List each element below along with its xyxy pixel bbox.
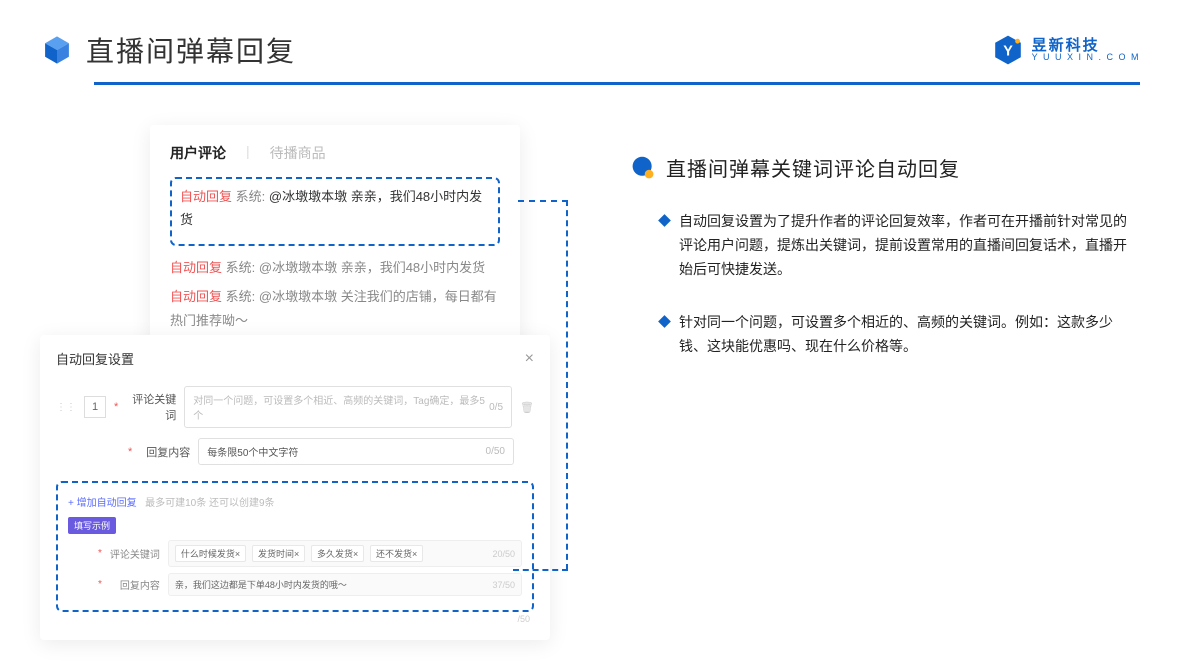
- drag-icon[interactable]: ⋮⋮: [56, 402, 76, 413]
- reply-placeholder: 每条限50个中文字符: [207, 444, 298, 459]
- tab-divider: |: [246, 143, 250, 163]
- section-title: 直播间弹幕关键词评论自动回复: [666, 153, 960, 182]
- comment-text: @冰墩墩本墩 亲亲，我们48小时内发货: [259, 260, 485, 275]
- add-hint: 最多可建10条 还可以创建9条: [145, 498, 274, 509]
- auto-reply-tag: 自动回复: [170, 289, 222, 304]
- keyword-placeholder: 对同一个问题，可设置多个相近、高频的关键词，Tag确定，最多5个: [193, 392, 489, 422]
- ex-reply-text: 亲，我们这边都是下单48小时内发货的哦～: [175, 578, 347, 591]
- system-label: 系统:: [226, 260, 256, 275]
- close-icon[interactable]: ×: [525, 350, 534, 368]
- auto-reply-tag: 自动回复: [170, 260, 222, 275]
- ex-kw-count: 20/50: [492, 549, 515, 559]
- tab-user-comments[interactable]: 用户评论: [170, 143, 226, 163]
- reply-label: 回复内容: [140, 444, 190, 460]
- index-box: 1: [84, 396, 106, 418]
- trash-icon[interactable]: 🗑: [520, 401, 534, 414]
- highlighted-comment: 自动回复 系统: @冰墩墩本墩 亲亲，我们48小时内发货: [170, 177, 500, 246]
- ex-keyword-input[interactable]: 什么时候发货× 发货时间× 多久发货× 还不发货× 20/50: [168, 540, 522, 567]
- svg-text:Y: Y: [1003, 44, 1013, 60]
- keyword-input[interactable]: 对同一个问题，可设置多个相近、高频的关键词，Tag确定，最多5个 0/5: [184, 386, 512, 428]
- brand-name-cn: 昱新科技: [1032, 38, 1140, 53]
- connector-line: [518, 200, 568, 202]
- example-badge: 填写示例: [68, 517, 116, 534]
- brand-logo-group: Y 昱新科技 Y U U X I N . C O M: [992, 34, 1140, 66]
- brand-name-en: Y U U X I N . C O M: [1032, 53, 1140, 62]
- system-label: 系统:: [236, 189, 266, 204]
- keyword-label: 评论关键词: [126, 391, 176, 423]
- example-block: + 增加自动回复 最多可建10条 还可以创建9条 填写示例 * 评论关键词 什么…: [56, 481, 534, 612]
- bullet-text-2: 针对同一个问题，可设置多个相近的、高频的关键词。例如：这款多少钱、这块能优惠吗、…: [679, 311, 1139, 359]
- reply-count: 0/50: [486, 446, 505, 457]
- connector-line: [513, 569, 568, 571]
- bullet-text-1: 自动回复设置为了提升作者的评论回复效率，作者可在开播前针对常见的评论用户问题，提…: [679, 210, 1139, 281]
- brand-hex-icon: Y: [992, 34, 1024, 66]
- reply-input[interactable]: 每条限50个中文字符 0/50: [198, 438, 514, 465]
- required-star: *: [98, 579, 102, 590]
- diamond-bullet-icon: [658, 316, 671, 329]
- tag-chip[interactable]: 多久发货×: [311, 545, 364, 562]
- ex-reply-label: 回复内容: [110, 577, 160, 592]
- settings-title: 自动回复设置: [56, 349, 134, 368]
- ex-keyword-label: 评论关键词: [110, 546, 160, 561]
- required-star: *: [128, 446, 132, 458]
- tab-pending-goods[interactable]: 待播商品: [270, 143, 326, 163]
- ex-reply-count: 37/50: [492, 580, 515, 590]
- settings-card: 自动回复设置 × ⋮⋮ 1 * 评论关键词 对同一个问题，可设置多个相近、高频的…: [40, 335, 550, 640]
- auto-reply-tag: 自动回复: [180, 189, 232, 204]
- connector-line: [566, 200, 568, 570]
- tag-chip[interactable]: 什么时候发货×: [175, 545, 246, 562]
- add-reply-link[interactable]: + 增加自动回复: [68, 498, 137, 509]
- diamond-bullet-icon: [658, 214, 671, 227]
- ex-reply-input[interactable]: 亲，我们这边都是下单48小时内发货的哦～ 37/50: [168, 573, 522, 596]
- page-title: 直播间弹幕回复: [86, 30, 296, 70]
- required-star: *: [98, 548, 102, 559]
- blob-icon: [630, 155, 656, 181]
- cube-icon: [40, 33, 74, 67]
- system-label: 系统:: [226, 289, 256, 304]
- tag-chip[interactable]: 发货时间×: [252, 545, 305, 562]
- keyword-count: 0/5: [489, 402, 503, 413]
- required-star: *: [114, 401, 118, 413]
- tag-chip[interactable]: 还不发货×: [370, 545, 423, 562]
- outer-count: /50: [56, 614, 534, 624]
